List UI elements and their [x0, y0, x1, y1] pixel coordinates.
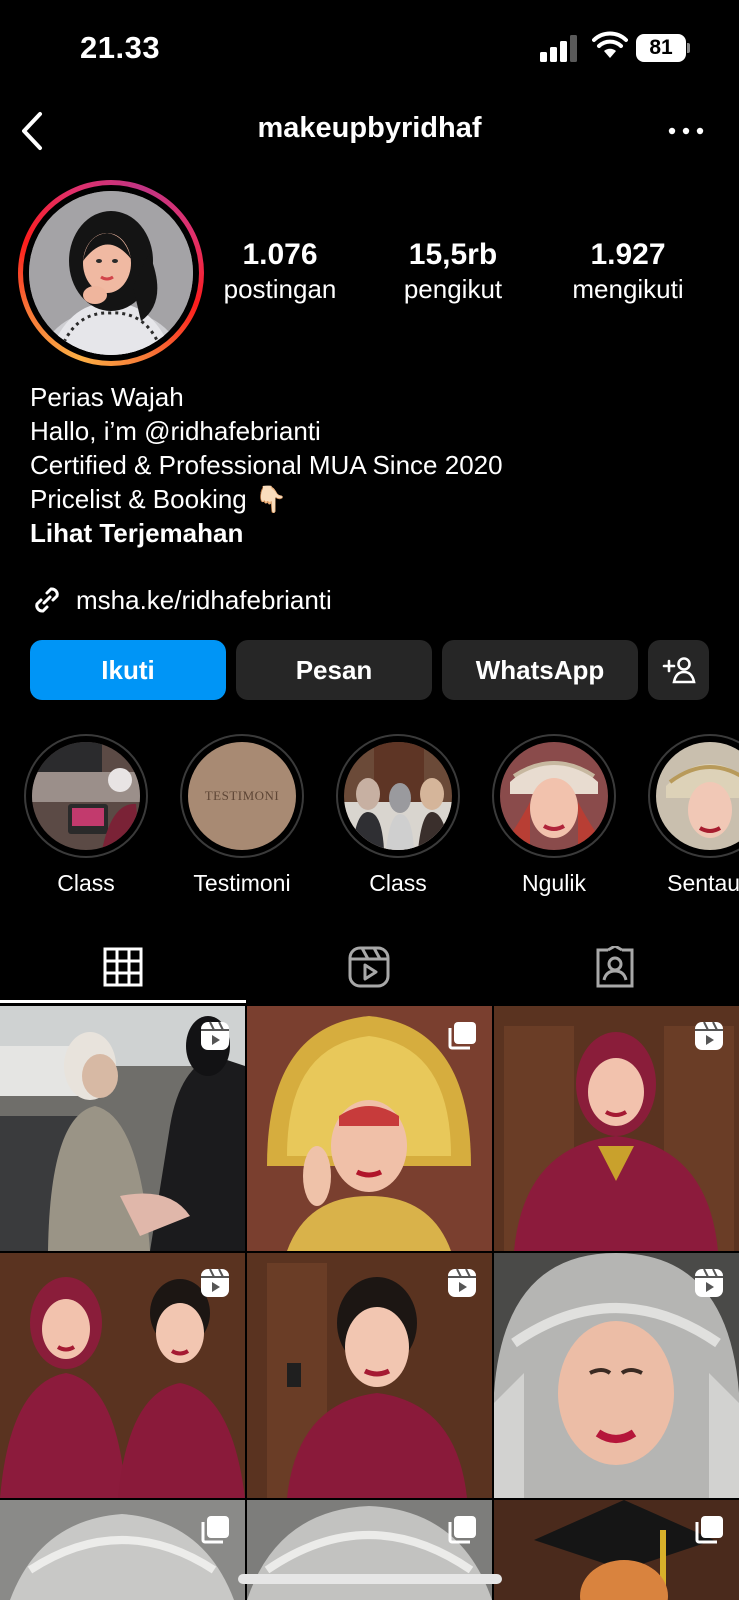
highlight-cover	[656, 742, 739, 850]
reel-badge-icon	[695, 1021, 723, 1050]
following-count[interactable]: 1.927 mengikuti	[560, 238, 696, 305]
highlight-cover	[500, 742, 608, 850]
posts-count-label: postingan	[223, 274, 337, 304]
tab-reels[interactable]	[246, 930, 492, 1004]
followers-count-label: pengikut	[403, 274, 503, 304]
bio-line-2: Certified & Professional MUA Since 2020	[30, 450, 503, 480]
grid-post[interactable]	[494, 1006, 739, 1251]
highlight-label: Testimoni	[193, 870, 291, 896]
active-tab-indicator	[0, 1000, 246, 1003]
whatsapp-button[interactable]: WhatsApp	[442, 640, 638, 700]
highlight-label: Class	[369, 870, 427, 896]
bio-line-3: Pricelist & Booking	[30, 484, 247, 514]
profile-link[interactable]: msha.ke/ridhafebrianti	[30, 582, 332, 618]
highlight-label: Class	[57, 870, 115, 896]
bio-category: Perias Wajah	[30, 382, 184, 412]
profile-username: makeupbyridhaf	[257, 112, 482, 144]
carousel-badge-icon	[695, 1516, 723, 1544]
highlight-label: Ngulik	[522, 870, 586, 896]
grid-post[interactable]	[0, 1500, 245, 1600]
following-count-label: mengikuti	[572, 274, 684, 304]
highlight-cover	[32, 742, 140, 850]
grid-icon	[103, 947, 143, 987]
cellular-signal-icon	[540, 35, 577, 62]
status-bar: 21.33 81	[0, 0, 739, 100]
highlight-cover-text: TESTIMONI	[204, 788, 280, 803]
grid-post[interactable]	[247, 1006, 492, 1251]
profile-bio: Perias Wajah Hallo, i’m @ridhafebrianti …	[30, 380, 503, 550]
battery-level: 81	[636, 34, 686, 62]
grid-post[interactable]	[247, 1253, 492, 1498]
highlight-cover	[344, 742, 452, 850]
grid-post[interactable]	[494, 1253, 739, 1498]
grid-post[interactable]	[0, 1253, 245, 1498]
reel-badge-icon	[201, 1021, 229, 1050]
tab-tagged[interactable]	[492, 930, 738, 1004]
add-person-icon	[662, 657, 696, 684]
profile-avatar-story-ring[interactable]	[18, 180, 204, 366]
more-options-icon[interactable]	[664, 116, 708, 146]
profile-link-text[interactable]: msha.ke/ridhafebrianti	[76, 585, 332, 616]
battery-icon: 81	[636, 34, 690, 62]
pointing-down-emoji: 👇🏻	[254, 484, 288, 514]
avatar	[29, 191, 193, 355]
reel-badge-icon	[695, 1268, 723, 1297]
story-highlight[interactable]: Ngulik	[492, 734, 616, 897]
bio-line-1: Hallo, i’m @ridhafebrianti	[30, 416, 321, 446]
tab-posts-grid[interactable]	[0, 930, 246, 1004]
followers-count[interactable]: 15,5rb pengikut	[388, 238, 518, 305]
carousel-badge-icon	[201, 1516, 229, 1544]
see-translation-link[interactable]: Lihat Terjemahan	[30, 516, 503, 550]
story-highlight[interactable]: TESTIMONI Testimoni	[180, 734, 304, 897]
highlight-cover: TESTIMONI	[188, 742, 296, 850]
posts-count-value: 1.076	[242, 238, 318, 271]
story-highlight[interactable]: Sentauri	[648, 734, 739, 897]
story-highlight[interactable]: Class	[336, 734, 460, 897]
posts-count[interactable]: 1.076 postingan	[216, 238, 344, 305]
carousel-badge-icon	[448, 1516, 476, 1544]
tagged-icon	[596, 946, 634, 988]
link-icon	[35, 587, 59, 613]
message-button[interactable]: Pesan	[236, 640, 432, 700]
reel-badge-icon	[448, 1268, 476, 1297]
wifi-icon	[592, 31, 628, 58]
highlight-label: Sentauri	[667, 870, 739, 896]
followers-count-value: 15,5rb	[408, 238, 498, 271]
story-highlight[interactable]: Class	[24, 734, 148, 897]
grid-post[interactable]	[247, 1500, 492, 1600]
grid-post[interactable]	[0, 1006, 245, 1251]
profile-tabs	[0, 930, 739, 1004]
follow-button[interactable]: Ikuti	[30, 640, 226, 700]
reel-badge-icon	[201, 1268, 229, 1297]
home-indicator[interactable]	[238, 1574, 502, 1584]
carousel-badge-icon	[448, 1022, 476, 1050]
grid-post[interactable]	[494, 1500, 739, 1600]
profile-header: makeupbyridhaf	[0, 100, 739, 164]
suggested-users-button[interactable]	[648, 640, 709, 700]
reels-icon	[348, 946, 390, 988]
following-count-value: 1.927	[590, 238, 666, 271]
status-time: 21.33	[80, 30, 161, 65]
